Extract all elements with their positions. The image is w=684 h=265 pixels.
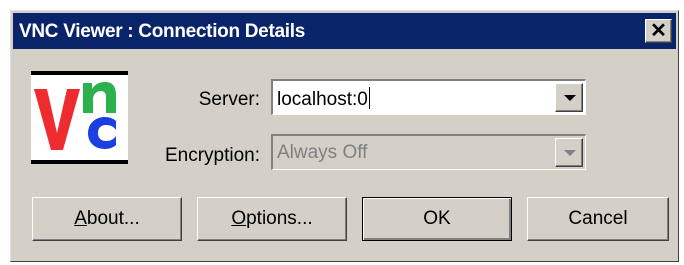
- server-label: Server:: [198, 89, 260, 110]
- connection-details-dialog: VNC Viewer : Connection Details ✕ Server…: [10, 10, 679, 262]
- about-button[interactable]: About...: [32, 197, 182, 241]
- server-combobox[interactable]: localhost:0: [271, 79, 586, 115]
- cancel-button-label: Cancel: [568, 208, 628, 229]
- vnc-logo-graphic: [34, 82, 116, 150]
- cancel-button[interactable]: Cancel: [527, 197, 669, 241]
- encryption-combobox: Always Off: [271, 134, 586, 170]
- encryption-value: Always Off: [277, 142, 368, 163]
- close-icon: ✕: [650, 20, 667, 42]
- ok-button[interactable]: OK: [362, 197, 512, 241]
- options-button-label: Options...: [231, 208, 313, 229]
- vnc-logo: [31, 71, 128, 164]
- server-dropdown-button[interactable]: [555, 83, 583, 112]
- encryption-dropdown-button: [555, 138, 583, 167]
- options-button[interactable]: Options...: [197, 197, 347, 241]
- window-title: VNC Viewer : Connection Details: [19, 21, 305, 42]
- about-button-label: About...: [74, 208, 140, 229]
- title-bar[interactable]: VNC Viewer : Connection Details ✕: [13, 13, 676, 49]
- encryption-label: Encryption:: [164, 145, 260, 166]
- close-button[interactable]: ✕: [645, 19, 672, 43]
- server-input[interactable]: localhost:0: [277, 87, 370, 111]
- ok-button-label: OK: [423, 208, 451, 229]
